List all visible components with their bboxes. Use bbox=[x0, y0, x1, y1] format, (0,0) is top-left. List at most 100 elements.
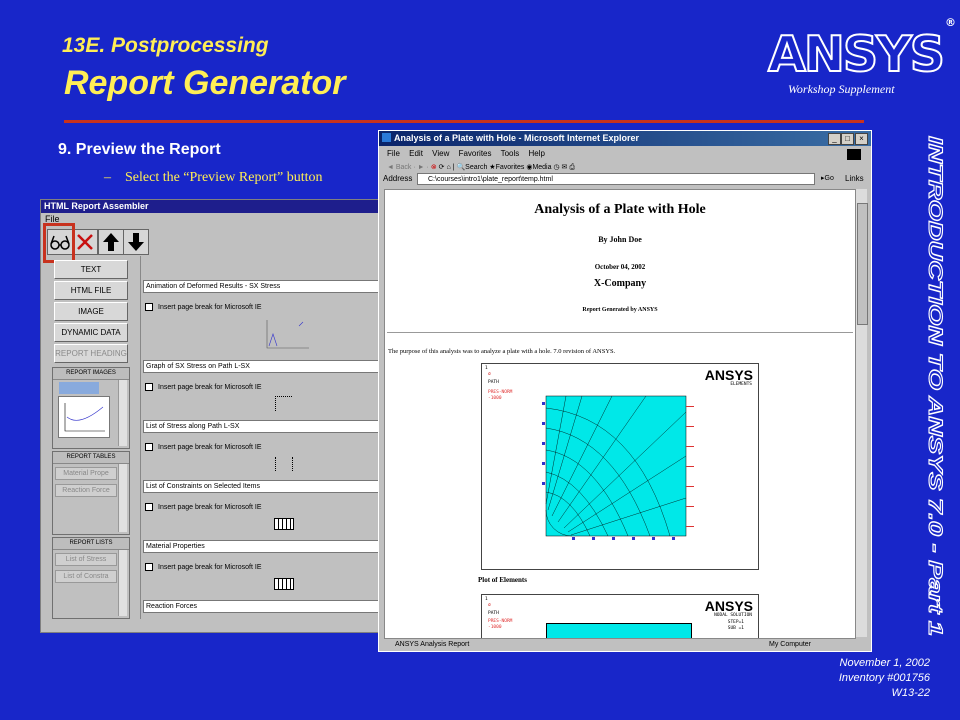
ansys-logo: ANSYS® bbox=[767, 15, 956, 84]
ie-menubar: File Edit View Favorites Tools Help bbox=[387, 149, 545, 158]
plot-pres-val: -1000 bbox=[488, 396, 502, 401]
menu-file[interactable]: File bbox=[387, 149, 400, 158]
doc-intro: The purpose of this analysis was to anal… bbox=[388, 348, 616, 355]
plot-ansys-logo: ANSYS bbox=[704, 367, 753, 383]
doc-divider bbox=[387, 332, 853, 333]
address-label: Address bbox=[383, 174, 413, 183]
menu-help[interactable]: Help bbox=[529, 149, 545, 158]
graph-preview bbox=[259, 318, 311, 352]
status-left: ANSYS Analysis Report bbox=[395, 641, 470, 648]
report-tables-group: REPORT TABLES Material Prope Reaction Fo… bbox=[52, 451, 130, 535]
media-button[interactable]: ◉Media bbox=[526, 164, 551, 171]
images-scrollbar[interactable] bbox=[118, 380, 127, 446]
step-heading: 9. Preview the Report bbox=[58, 141, 221, 158]
table-preview-icon bbox=[274, 578, 294, 590]
html-file-button[interactable]: HTML FILE bbox=[54, 281, 128, 300]
report-lists-title: REPORT LISTS bbox=[53, 538, 129, 550]
page-break-checkbox[interactable]: Insert page break for Microsoft IE bbox=[145, 443, 262, 451]
move-up-button[interactable] bbox=[98, 229, 124, 255]
search-button[interactable]: 🔍Search bbox=[456, 164, 487, 171]
report-item[interactable]: Reaction Forces bbox=[143, 600, 383, 613]
delete-button[interactable] bbox=[72, 229, 98, 255]
plot-sigma: σ bbox=[488, 372, 491, 377]
image-thumb-1[interactable] bbox=[59, 382, 99, 394]
plot-sigma: σ bbox=[488, 603, 491, 608]
nodal-mesh-strip bbox=[546, 623, 692, 638]
report-item[interactable]: Animation of Deformed Results - SX Stres… bbox=[143, 280, 383, 293]
plot-ansys-logo: ANSYS bbox=[704, 598, 753, 614]
graph-thumb-icon bbox=[64, 403, 105, 432]
plot-pres: PRES-NORM bbox=[488, 390, 513, 395]
dynamic-data-button[interactable]: DYNAMIC DATA bbox=[54, 323, 128, 342]
ie-title-text: Analysis of a Plate with Hole - Microsof… bbox=[394, 133, 640, 143]
page-break-checkbox[interactable]: Insert page break for Microsoft IE bbox=[145, 303, 262, 311]
table-preview-icon bbox=[274, 518, 294, 530]
image-button[interactable]: IMAGE bbox=[54, 302, 128, 321]
report-lists-group: REPORT LISTS List of Stress List of Cons… bbox=[52, 537, 130, 619]
maximize-button[interactable]: □ bbox=[841, 133, 854, 145]
stop-icon[interactable]: ⊗ bbox=[431, 164, 437, 171]
plot-sub: SUB =1 bbox=[727, 626, 744, 631]
ie-window: Analysis of a Plate with Hole - Microsof… bbox=[378, 130, 872, 652]
menu-edit[interactable]: Edit bbox=[409, 149, 423, 158]
text-button[interactable]: TEXT bbox=[54, 260, 128, 279]
page-break-checkbox[interactable]: Insert page break for Microsoft IE bbox=[145, 383, 262, 391]
favorites-button[interactable]: ★Favorites bbox=[489, 164, 524, 171]
workshop-supplement: Workshop Supplement bbox=[788, 82, 895, 96]
tables-scrollbar[interactable] bbox=[118, 464, 127, 532]
plot-number: 1 bbox=[485, 597, 488, 602]
table-item[interactable]: Material Prope bbox=[55, 467, 117, 480]
report-item[interactable]: List of Constraints on Selected Items bbox=[143, 480, 383, 493]
close-button[interactable]: × bbox=[855, 133, 868, 145]
menu-tools[interactable]: Tools bbox=[501, 149, 520, 158]
report-item[interactable]: Graph of SX Stress on Path L-SX bbox=[143, 360, 383, 373]
menu-view[interactable]: View bbox=[432, 149, 449, 158]
ie-scroll-thumb[interactable] bbox=[857, 203, 868, 325]
list-item[interactable]: List of Constra bbox=[55, 570, 117, 583]
report-heading-button[interactable]: REPORT HEADING bbox=[54, 344, 128, 363]
plot-path: PATH bbox=[488, 611, 499, 616]
doc-date: October 04, 2002 bbox=[594, 263, 646, 271]
element-plot: 1 σ PATH PRES-NORM -1000 ANSYS ELEMENTS bbox=[481, 363, 759, 570]
report-items-list: Animation of Deformed Results - SX Stres… bbox=[140, 256, 383, 619]
status-right: My Computer bbox=[769, 641, 812, 648]
footer-inventory: Inventory #001756 bbox=[838, 672, 930, 684]
windows-flag-icon bbox=[847, 149, 861, 160]
move-down-button[interactable] bbox=[123, 229, 149, 255]
links-button[interactable]: Links bbox=[845, 174, 864, 183]
image-thumb-2[interactable] bbox=[58, 396, 110, 438]
home-icon[interactable]: ⌂ bbox=[446, 164, 450, 171]
slide-subtitle: 13E. Postprocessing bbox=[62, 34, 269, 57]
address-input[interactable]: C:\courses\intro1\plate_report\temp.html bbox=[417, 173, 815, 185]
plot-path: PATH bbox=[488, 380, 499, 385]
nodal-solution-plot: 1 σ PATH PRES-NORM -1000 ANSYS NODAL SOL… bbox=[481, 594, 759, 638]
list-preview-icon bbox=[275, 396, 292, 411]
plot-pres-val: -1000 bbox=[488, 625, 502, 630]
page-break-checkbox[interactable]: Insert page break for Microsoft IE bbox=[145, 563, 262, 571]
report-item[interactable]: Material Properties bbox=[143, 540, 383, 553]
doc-company: X-Company bbox=[593, 278, 647, 289]
table-item[interactable]: Reaction Force bbox=[55, 484, 117, 497]
report-item[interactable]: List of Stress along Path L-SX bbox=[143, 420, 383, 433]
minimize-button[interactable]: _ bbox=[828, 133, 841, 145]
doc-generated: Report Generated by ANSYS bbox=[582, 307, 658, 313]
back-button[interactable]: ◄ Back · ► · bbox=[387, 164, 429, 171]
assembler-title: HTML Report Assembler bbox=[41, 200, 389, 213]
page-break-checkbox[interactable]: Insert page break for Microsoft IE bbox=[145, 503, 262, 511]
refresh-icon[interactable]: ⟳ bbox=[439, 164, 445, 171]
history-icon[interactable]: ◷ bbox=[553, 164, 559, 171]
graph-preview-icon bbox=[266, 320, 309, 349]
ie-titlebar: Analysis of a Plate with Hole - Microsof… bbox=[379, 131, 871, 146]
list-item[interactable]: List of Stress bbox=[55, 553, 117, 566]
ie-statusbar: ANSYS Analysis Report My Computer bbox=[381, 639, 869, 650]
menu-favorites[interactable]: Favorites bbox=[459, 149, 492, 158]
arrow-down-icon bbox=[128, 233, 144, 251]
print-icon[interactable]: ⎙ bbox=[569, 164, 575, 171]
mail-icon[interactable]: ✉ bbox=[562, 164, 568, 171]
list-preview-icon bbox=[275, 457, 293, 471]
plot-label: ELEMENTS bbox=[730, 382, 752, 387]
go-button[interactable]: ▸Go bbox=[821, 174, 834, 182]
footer-date: November 1, 2002 bbox=[839, 657, 931, 669]
lists-scrollbar[interactable] bbox=[118, 550, 127, 616]
preview-button-highlight bbox=[43, 223, 75, 263]
